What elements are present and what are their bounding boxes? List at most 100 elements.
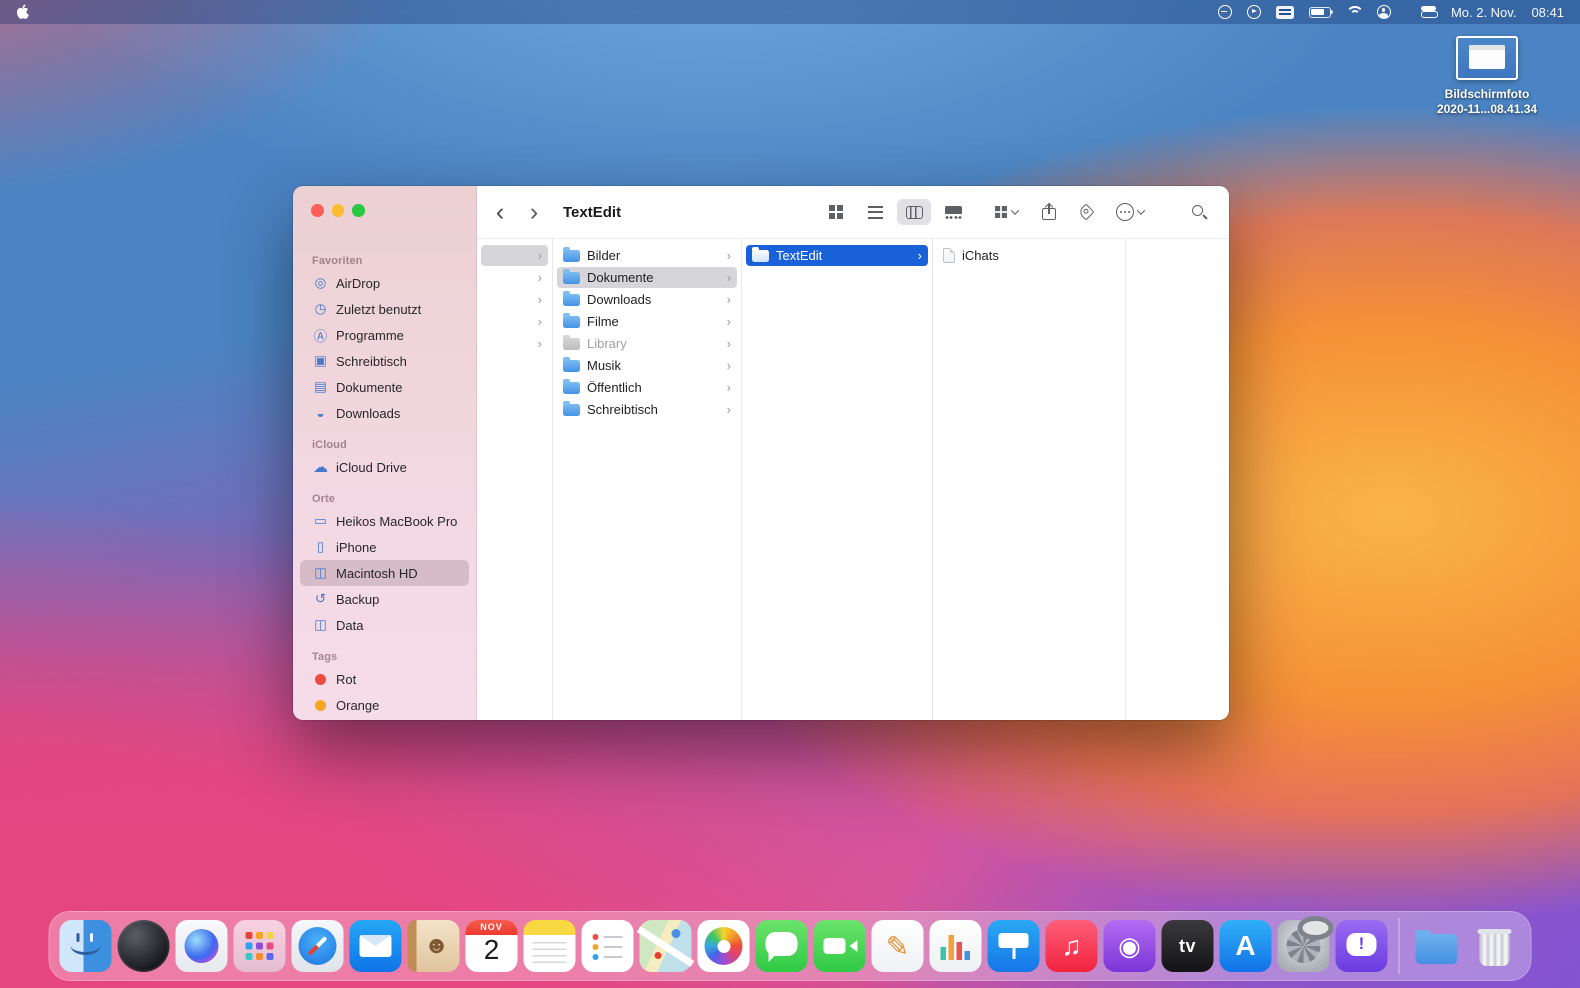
dock-icon-downloads-folder[interactable] xyxy=(1411,920,1463,972)
apple-menu-icon[interactable] xyxy=(16,4,31,21)
tag-color-dot xyxy=(311,674,330,685)
finder-window: Favoriten AirDrop Zuletzt benutzt Progra… xyxy=(293,186,1229,720)
group-by-button[interactable] xyxy=(994,205,1018,219)
folder-row[interactable]: Downloads › xyxy=(557,289,737,310)
sidebar-item-downloads[interactable]: Downloads xyxy=(300,400,469,426)
share-button[interactable] xyxy=(1042,204,1056,220)
column-row-sliver[interactable]: › xyxy=(481,333,548,354)
dock-icon-dark-circle-app[interactable] xyxy=(118,920,170,972)
folder-row[interactable]: Musik › xyxy=(557,355,737,376)
sidebar-item-macbook-pro[interactable]: Heikos MacBook Pro xyxy=(300,508,469,534)
sidebar-item-iphone[interactable]: iPhone xyxy=(300,534,469,560)
column-row-sliver[interactable]: › xyxy=(481,311,548,332)
search-button[interactable] xyxy=(1192,205,1207,220)
list-view-button[interactable] xyxy=(858,199,892,225)
list-view-icon xyxy=(868,206,883,219)
dock-icon-feedback[interactable] xyxy=(1336,920,1388,972)
window-title: TextEdit xyxy=(563,204,621,221)
sidebar-item-icon xyxy=(311,458,330,476)
dock-icon-maps[interactable] xyxy=(640,920,692,972)
icon-view-button[interactable] xyxy=(819,199,853,225)
folder-row[interactable]: Library › xyxy=(557,333,737,354)
sidebar-item-icloud-drive[interactable]: iCloud Drive xyxy=(300,454,469,480)
sidebar-item-airdrop[interactable]: AirDrop xyxy=(300,270,469,296)
dock-icon-facetime[interactable] xyxy=(814,920,866,972)
dock-icon-finder[interactable] xyxy=(60,920,112,972)
chevron-right-icon: › xyxy=(538,271,542,284)
dock-icon-tv[interactable] xyxy=(1162,920,1214,972)
folder-row[interactable]: Filme › xyxy=(557,311,737,332)
column-textedit-contents[interactable]: iChats xyxy=(933,239,1126,720)
sidebar-item-programme[interactable]: Programme xyxy=(300,322,469,348)
desktop-file-screenshot[interactable]: Bildschirmfoto 2020-11...08.41.34 xyxy=(1412,36,1562,117)
dock-icon-music[interactable] xyxy=(1046,920,1098,972)
gallery-view-button[interactable] xyxy=(936,199,970,225)
sidebar-item-label: Downloads xyxy=(336,406,400,421)
dock-icon-trash[interactable] xyxy=(1469,920,1521,972)
sidebar-item-dokumente[interactable]: Dokumente xyxy=(300,374,469,400)
dock-icon-reminders[interactable] xyxy=(582,920,634,972)
sidebar-item-data[interactable]: Data xyxy=(300,612,469,638)
dock-icon-pages[interactable] xyxy=(872,920,924,972)
dock-icon-photos[interactable] xyxy=(698,920,750,972)
more-actions-button[interactable] xyxy=(1116,203,1144,221)
dock-icon-podcasts[interactable] xyxy=(1104,920,1156,972)
column-parent-sliver[interactable]: › › › › › xyxy=(477,239,553,720)
dock-icon-notes[interactable] xyxy=(524,920,576,972)
group-icon xyxy=(995,206,1007,218)
folder-row[interactable]: Bilder › xyxy=(557,245,737,266)
folder-row[interactable]: TextEdit › xyxy=(746,245,928,266)
dock-icon-system-preferences[interactable] xyxy=(1278,920,1330,972)
file-row[interactable]: iChats xyxy=(937,245,1121,266)
sidebar-item-tag-gelb[interactable]: Gelb xyxy=(300,718,469,720)
tag-button[interactable] xyxy=(1078,204,1095,221)
column-documents[interactable]: TextEdit › xyxy=(742,239,933,720)
status-icon-input-source[interactable] xyxy=(1276,6,1294,19)
chevron-right-icon: › xyxy=(727,249,731,262)
dock-icon-launchpad[interactable] xyxy=(234,920,286,972)
sidebar-item-icon xyxy=(311,539,330,555)
close-button[interactable] xyxy=(311,204,324,217)
back-button[interactable]: ‹ xyxy=(489,200,511,225)
dock-icon-contacts[interactable] xyxy=(408,920,460,972)
minimize-button[interactable] xyxy=(332,204,345,217)
status-icon-play[interactable] xyxy=(1247,5,1261,19)
dock-icon-numbers[interactable] xyxy=(930,920,982,972)
chevron-right-icon: › xyxy=(538,337,542,350)
status-icon-control-center[interactable] xyxy=(1421,6,1436,18)
column-view-button[interactable] xyxy=(897,199,931,225)
dock-icon-separator[interactable] xyxy=(1399,918,1400,974)
forward-button[interactable]: › xyxy=(523,200,545,225)
folder-row[interactable]: Dokumente › xyxy=(557,267,737,288)
column-row-sliver[interactable]: › xyxy=(481,245,548,266)
status-icon-account[interactable] xyxy=(1377,5,1391,19)
sidebar-item-tag-rot[interactable]: Rot xyxy=(300,666,469,692)
menubar-clock[interactable]: 08:41 xyxy=(1531,5,1564,20)
dock-icon-messages[interactable] xyxy=(756,920,808,972)
sidebar-item-recents[interactable]: Zuletzt benutzt xyxy=(300,296,469,322)
dock-icon-safari[interactable] xyxy=(292,920,344,972)
column-row-sliver[interactable]: › xyxy=(481,267,548,288)
dock-icon-siri[interactable] xyxy=(176,920,228,972)
status-icon-status-circle[interactable] xyxy=(1218,5,1232,19)
chevron-right-icon: › xyxy=(727,293,731,306)
zoom-button[interactable] xyxy=(352,204,365,217)
dock-icon-keynote[interactable] xyxy=(988,920,1040,972)
dock-icon-calendar[interactable]: NOV 2 xyxy=(466,920,518,972)
status-icon-wifi[interactable] xyxy=(1346,6,1362,18)
column-row-sliver[interactable]: › xyxy=(481,289,548,310)
dock-icon-app-store[interactable] xyxy=(1220,920,1272,972)
status-icon-battery[interactable] xyxy=(1309,7,1331,18)
sidebar-item-backup[interactable]: Backup xyxy=(300,586,469,612)
folder-icon xyxy=(563,250,580,262)
folder-row[interactable]: Schreibtisch › xyxy=(557,399,737,420)
dock-icon-mail[interactable] xyxy=(350,920,402,972)
sidebar-item-tag-orange[interactable]: Orange xyxy=(300,692,469,718)
sidebar-item-schreibtisch[interactable]: Schreibtisch xyxy=(300,348,469,374)
sidebar-item-macintosh-hd[interactable]: Macintosh HD xyxy=(300,560,469,586)
finder-sidebar: Favoriten AirDrop Zuletzt benutzt Progra… xyxy=(293,186,477,720)
sidebar-item-icon xyxy=(311,379,330,395)
menubar-date[interactable]: Mo. 2. Nov. xyxy=(1451,5,1517,20)
folder-row[interactable]: Öffentlich › xyxy=(557,377,737,398)
column-home-folders[interactable]: Bilder › Dokumente › Downloads › Filme › xyxy=(553,239,742,720)
